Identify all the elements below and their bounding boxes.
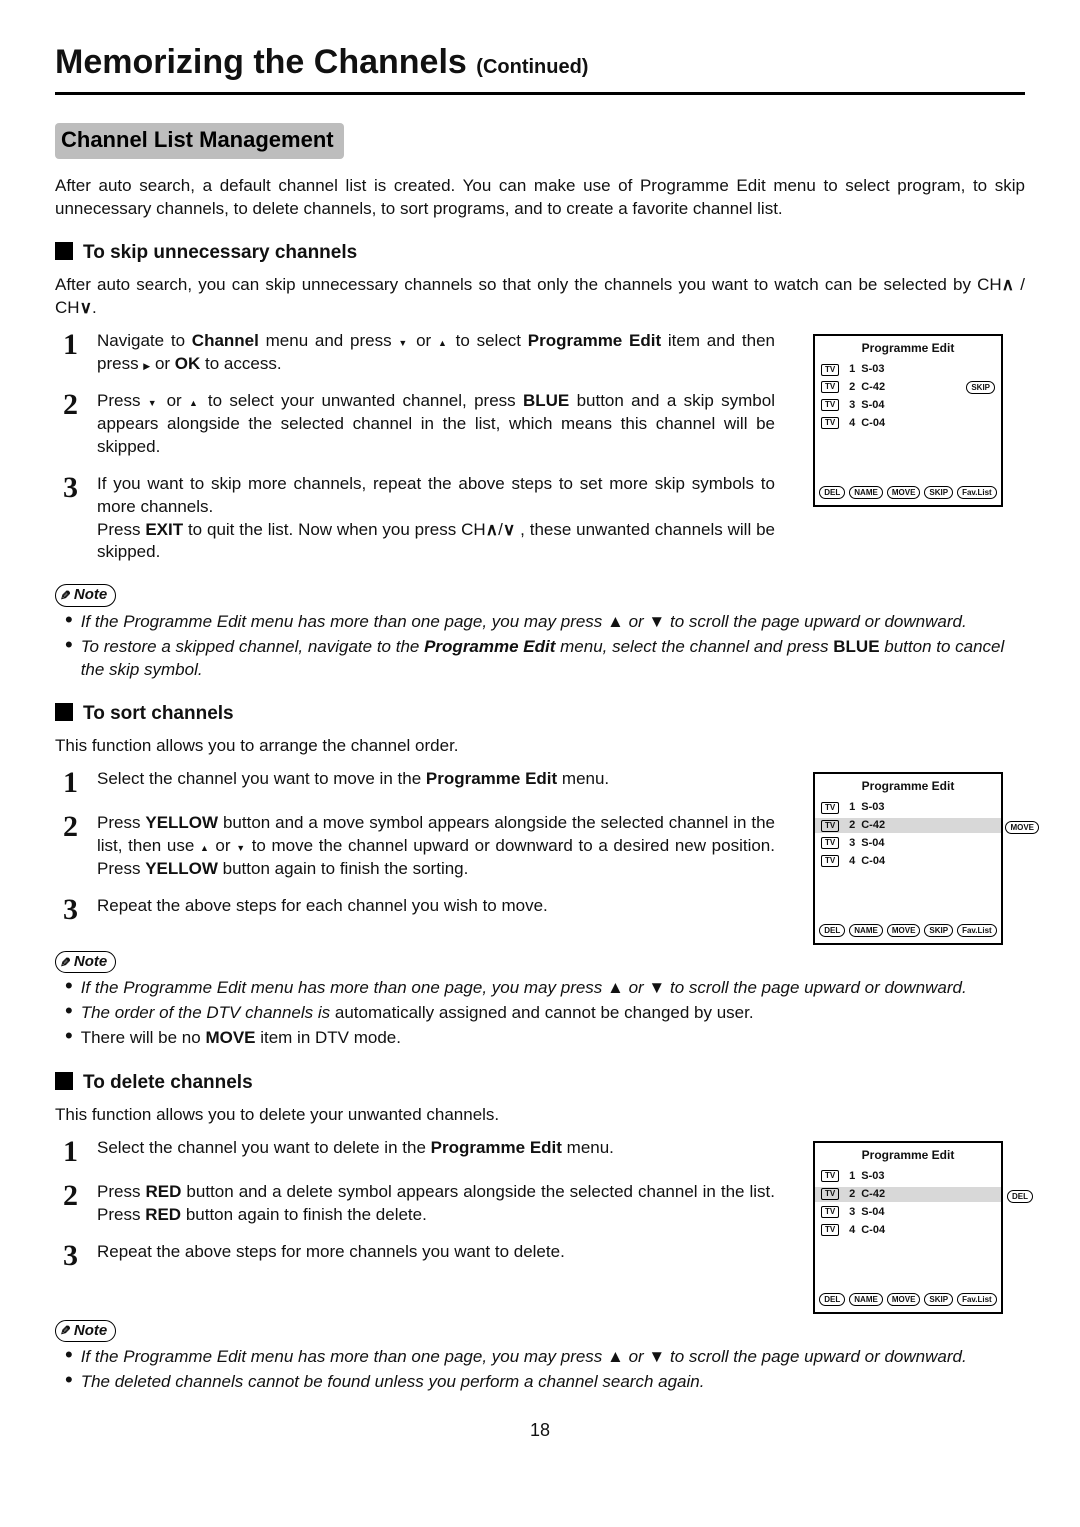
sort-notes: If the Programme Edit menu has more than… [65, 977, 1025, 1050]
tv-icon: TV [821, 1224, 839, 1236]
page-number: 18 [55, 1418, 1025, 1442]
sort-heading: To sort channels [55, 701, 1025, 727]
section-heading: Channel List Management [55, 123, 344, 159]
skip-tag: SKIP [966, 381, 995, 394]
delete-notes: If the Programme Edit menu has more than… [65, 1346, 1025, 1394]
tv-icon: TV [821, 399, 839, 411]
step-number: 1 [63, 1137, 97, 1167]
up-icon [438, 331, 449, 350]
ch-up-icon [486, 520, 498, 539]
tv-icon: TV [821, 381, 839, 393]
delete-intro: This function allows you to delete your … [55, 1104, 1025, 1127]
step-number: 3 [63, 895, 97, 925]
step-number: 2 [63, 812, 97, 881]
step-number: 3 [63, 1241, 97, 1271]
skip-step-3: If you want to skip more channels, repea… [97, 473, 787, 565]
note-badge: Note [55, 1320, 116, 1342]
step-number: 2 [63, 1181, 97, 1227]
ch-down-icon [503, 520, 515, 539]
ch-up-icon [1002, 275, 1014, 294]
note-badge: Note [55, 584, 116, 606]
up-icon [200, 836, 210, 855]
tv-icon: TV [821, 855, 839, 867]
page-title: Memorizing the Channels (Continued) [55, 40, 1025, 95]
tv-icon: TV [821, 1188, 839, 1200]
step-number: 3 [63, 473, 97, 565]
delete-heading: To delete channels [55, 1070, 1025, 1096]
delete-steps: 1 Select the channel you want to delete … [63, 1137, 787, 1271]
osd-figure-delete: DEL Programme Edit TV1S-03 TV2C-42 TV3S-… [813, 1141, 1003, 1314]
sort-step-2: Press YELLOW button and a move symbol ap… [97, 812, 787, 881]
down-icon [398, 331, 409, 350]
page-title-main: Memorizing the Channels [55, 43, 467, 81]
delete-step-1: Select the channel you want to delete in… [97, 1137, 787, 1167]
down-icon [236, 836, 246, 855]
sort-steps: 1 Select the channel you want to move in… [63, 768, 787, 925]
up-icon [189, 391, 201, 410]
down-icon [148, 391, 160, 410]
sort-intro: This function allows you to arrange the … [55, 735, 1025, 758]
sort-step-1: Select the channel you want to move in t… [97, 768, 787, 798]
skip-step-2: Press or to select your unwanted channel… [97, 390, 787, 459]
skip-notes: If the Programme Edit menu has more than… [65, 611, 1025, 682]
tv-icon: TV [821, 364, 839, 376]
osd-figure-skip: Programme Edit TV1S-03 TV2C-42SKIP TV3S-… [813, 334, 1003, 507]
skip-heading: To skip unnecessary channels [55, 240, 1025, 266]
step-number: 1 [63, 768, 97, 798]
move-tag: MOVE [1005, 821, 1039, 834]
tv-icon: TV [821, 837, 839, 849]
ch-down-icon [80, 298, 92, 317]
osd-figure-sort: MOVE Programme Edit TV1S-03 TV2C-42 TV3S… [813, 772, 1003, 945]
step-number: 2 [63, 390, 97, 459]
tv-icon: TV [821, 802, 839, 814]
page-title-continued: (Continued) [476, 56, 588, 78]
note-badge: Note [55, 951, 116, 973]
skip-steps: 1 Navigate to Channel menu and press or … [63, 330, 787, 564]
skip-step-1: Navigate to Channel menu and press or to… [97, 330, 787, 376]
tv-icon: TV [821, 417, 839, 429]
tv-icon: TV [821, 1170, 839, 1182]
skip-intro: After auto search, you can skip unnecess… [55, 274, 1025, 320]
sort-step-3: Repeat the above steps for each channel … [97, 895, 787, 925]
section-intro: After auto search, a default channel lis… [55, 175, 1025, 221]
del-tag: DEL [1007, 1190, 1033, 1203]
tv-icon: TV [821, 820, 839, 832]
delete-step-2: Press RED button and a delete symbol app… [97, 1181, 787, 1227]
tv-icon: TV [821, 1206, 839, 1218]
step-number: 1 [63, 330, 97, 376]
delete-step-3: Repeat the above steps for more channels… [97, 1241, 787, 1271]
